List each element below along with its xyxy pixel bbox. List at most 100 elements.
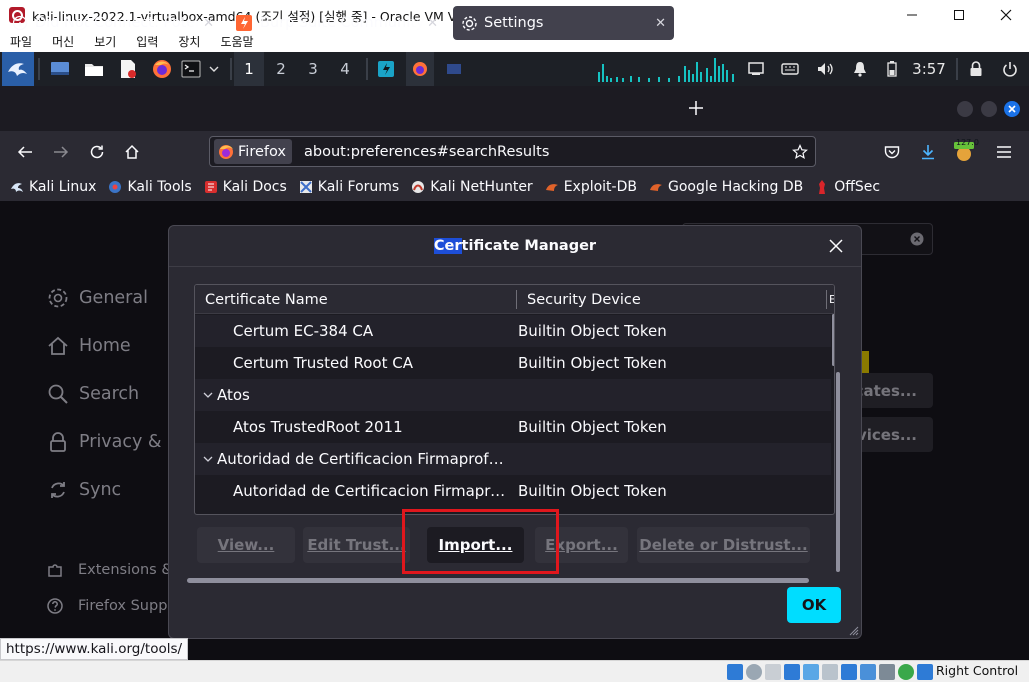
power-button[interactable] bbox=[998, 52, 1022, 86]
nav-search[interactable]: Search bbox=[46, 382, 139, 406]
bookmark-exploit-db[interactable]: Exploit-DB bbox=[545, 179, 637, 195]
tab-close-icon[interactable]: ✕ bbox=[203, 16, 214, 31]
shared-folders-icon[interactable] bbox=[822, 664, 838, 680]
bookmark-kali-nethunter[interactable]: Kali NetHunter bbox=[411, 179, 533, 195]
battery-tray-icon[interactable] bbox=[882, 52, 902, 86]
nav-home[interactable]: Home bbox=[46, 334, 131, 358]
delete-or-distrust-button[interactable]: Delete or Distrust... bbox=[637, 527, 810, 563]
workspace-2[interactable]: 2 bbox=[266, 52, 296, 86]
chevron-down-icon[interactable] bbox=[203, 391, 213, 399]
display-tray-icon[interactable] bbox=[745, 52, 767, 86]
hard-disk-icon[interactable] bbox=[727, 664, 743, 680]
notifications-tray-icon[interactable] bbox=[849, 52, 871, 86]
guest-additions-icon[interactable] bbox=[898, 664, 914, 680]
tab-did-not-connect[interactable]: Did Not Connect: Potential Security Issu… bbox=[4, 6, 222, 40]
tree-scrollbar[interactable] bbox=[832, 314, 834, 366]
pocket-button[interactable] bbox=[878, 139, 906, 165]
tab-burp-suite[interactable]: Burp Suite Community Edition ✕ bbox=[228, 6, 446, 40]
volume-tray-icon[interactable] bbox=[813, 52, 837, 86]
text-editor-launcher[interactable] bbox=[114, 52, 142, 86]
edit-trust-button[interactable]: Edit Trust... bbox=[303, 527, 410, 563]
column-expires[interactable]: E bbox=[829, 285, 834, 314]
tree-row[interactable]: Certum EC-384 CA Builtin Object Token bbox=[195, 315, 831, 347]
url-text[interactable]: about:preferences#searchResults bbox=[304, 144, 549, 160]
bookmark-kali-forums[interactable]: Kali Forums bbox=[299, 179, 399, 195]
hamburger-menu-icon bbox=[997, 146, 1011, 158]
text-editor-icon bbox=[121, 60, 136, 78]
terminal-launcher[interactable] bbox=[180, 52, 202, 86]
firefox-launcher[interactable] bbox=[148, 52, 176, 86]
firefox-minimize-button[interactable] bbox=[957, 101, 973, 117]
display-icon[interactable] bbox=[841, 664, 857, 680]
view-button[interactable]: View... bbox=[197, 527, 295, 563]
bookmark-kali-linux[interactable]: Kali Linux bbox=[10, 179, 96, 195]
column-security-device[interactable]: Security Device bbox=[527, 285, 817, 314]
kali-menu-button[interactable] bbox=[2, 52, 34, 86]
chevron-down-icon[interactable] bbox=[203, 455, 213, 463]
workspace-1[interactable]: 1 bbox=[234, 52, 264, 86]
nav-general[interactable]: General bbox=[46, 286, 148, 310]
terminal-icon bbox=[181, 60, 201, 78]
taskbar-firefox-window[interactable] bbox=[406, 52, 434, 86]
url-bar[interactable]: Firefox about:preferences#searchResults bbox=[209, 136, 816, 167]
column-splitter[interactable] bbox=[516, 290, 517, 309]
ok-button[interactable]: OK bbox=[787, 587, 841, 623]
workspace-4[interactable]: 4 bbox=[330, 52, 360, 86]
forward-button[interactable] bbox=[47, 139, 75, 165]
minimize-button[interactable] bbox=[889, 0, 935, 30]
tree-group-row[interactable]: Autoridad de Certificacion Firmaprofesio… bbox=[195, 443, 831, 475]
column-splitter[interactable] bbox=[826, 290, 827, 309]
cpu-icon[interactable] bbox=[879, 664, 895, 680]
identity-box[interactable]: Firefox bbox=[214, 139, 292, 164]
taskbar-vbox-window[interactable] bbox=[442, 52, 466, 86]
bookmark-google-hacking-db[interactable]: Google Hacking DB bbox=[649, 179, 803, 195]
taskbar-burp-window[interactable] bbox=[374, 52, 398, 86]
keyboard-tray-icon[interactable] bbox=[779, 52, 801, 86]
recording-icon[interactable] bbox=[860, 664, 876, 680]
reload-button[interactable] bbox=[83, 139, 111, 165]
lock-screen-button[interactable] bbox=[965, 52, 987, 86]
tab-close-icon[interactable]: ✕ bbox=[427, 16, 438, 31]
nav-sync[interactable]: Sync bbox=[46, 478, 121, 502]
firefox-maximize-button[interactable] bbox=[981, 101, 997, 117]
bookmark-offsec[interactable]: OffSec bbox=[815, 179, 880, 195]
file-manager-launcher[interactable] bbox=[80, 52, 108, 86]
resize-grip-icon[interactable] bbox=[849, 626, 859, 636]
network-icon[interactable] bbox=[784, 664, 800, 680]
dialog-vertical-scrollbar[interactable] bbox=[836, 372, 840, 572]
dialog-horizontal-scrollbar[interactable] bbox=[187, 578, 809, 583]
panel-clock[interactable]: 3:57 bbox=[910, 52, 948, 86]
close-window-button[interactable] bbox=[983, 0, 1029, 30]
tab-close-icon[interactable]: ✕ bbox=[655, 16, 666, 31]
usb-icon[interactable] bbox=[803, 664, 819, 680]
bookmark-label: Google Hacking DB bbox=[667, 179, 804, 195]
close-icon bbox=[1008, 105, 1016, 113]
bookmark-star-icon[interactable] bbox=[792, 143, 808, 160]
firefox-close-button[interactable] bbox=[1004, 101, 1020, 117]
home-button[interactable] bbox=[118, 139, 146, 165]
nav-extensions-themes[interactable]: Extensions & T bbox=[46, 561, 186, 579]
maximize-button[interactable] bbox=[936, 0, 982, 30]
tree-group-row[interactable]: Atos bbox=[195, 379, 831, 411]
audio-icon[interactable] bbox=[765, 664, 781, 680]
tree-row[interactable]: Atos TrustedRoot 2011 Builtin Object Tok… bbox=[195, 411, 831, 443]
launcher-dropdown[interactable] bbox=[204, 52, 224, 86]
tree-row[interactable]: Autoridad de Certificacion Firmaprofesio… bbox=[195, 475, 831, 507]
nav-firefox-support[interactable]: Firefox Suppo bbox=[46, 597, 176, 615]
tree-row[interactable]: Certum Trusted Root CA Builtin Object To… bbox=[195, 347, 831, 379]
column-certificate-name[interactable]: Certificate Name bbox=[205, 285, 505, 314]
certificate-tree[interactable]: Certificate Name Security Device E Certu… bbox=[194, 284, 835, 515]
tab-settings[interactable]: Settings ✕ bbox=[453, 6, 674, 40]
clear-search-icon[interactable] bbox=[910, 232, 924, 246]
back-button[interactable] bbox=[11, 139, 39, 165]
downloads-button[interactable] bbox=[914, 139, 942, 165]
mouse-integration-icon[interactable] bbox=[917, 664, 933, 680]
bookmark-kali-docs[interactable]: Kali Docs bbox=[204, 179, 287, 195]
dialog-close-button[interactable] bbox=[825, 235, 847, 257]
app-menu-button[interactable] bbox=[990, 139, 1018, 165]
new-tab-button[interactable] bbox=[684, 96, 708, 120]
bookmark-kali-tools[interactable]: Kali Tools bbox=[108, 179, 192, 195]
workspace-3[interactable]: 3 bbox=[298, 52, 328, 86]
show-desktop-button[interactable] bbox=[46, 52, 74, 86]
optical-drive-icon[interactable] bbox=[746, 664, 762, 680]
